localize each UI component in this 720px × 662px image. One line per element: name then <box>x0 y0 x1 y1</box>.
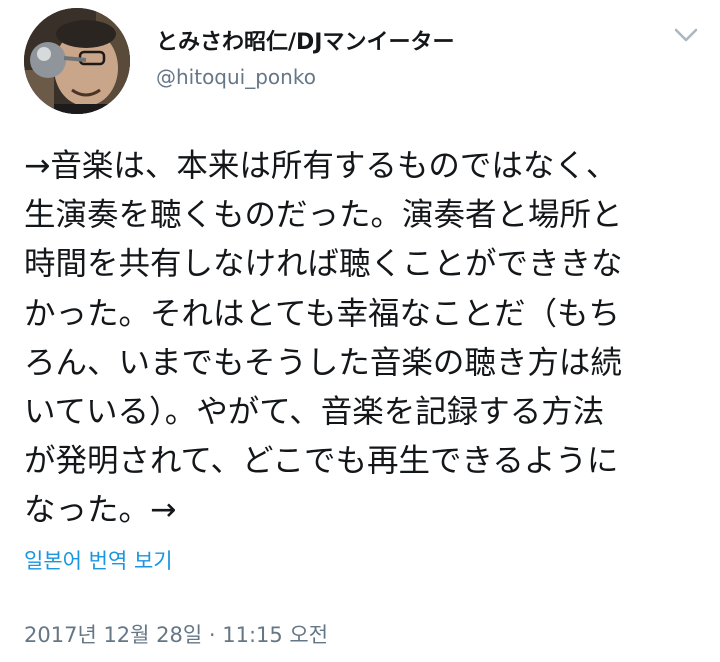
tweet-text-line: いている）。やがて、音楽を記録する方法 <box>24 394 605 431</box>
translate-link[interactable]: 일본어 번역 보기 <box>24 546 173 576</box>
tweet-text-line: 時間を共有しなければ聴くことができきな <box>24 246 623 283</box>
tweet-text-line: →音楽は、本来は所有するものではなく、 <box>24 148 618 184</box>
profile-photo <box>24 8 130 114</box>
chevron-down-icon[interactable] <box>672 24 700 46</box>
tweet-text-line: が発明されて、どこでも再生できるように <box>24 443 619 480</box>
tweet: とみさわ昭仁/DJマンイーター @hitoqui_ponko →音楽は、本来は所… <box>0 0 720 662</box>
tweet-text-line: なった。→ <box>24 492 177 529</box>
display-name[interactable]: とみさわ昭仁/DJマンイーター <box>156 28 454 58</box>
timestamp[interactable]: 2017년 12월 28일 · 11:15 오전 <box>24 620 328 650</box>
tweet-text-line: 生演奏を聴くものだった。演奏者と場所と <box>24 197 623 234</box>
avatar[interactable] <box>24 8 130 114</box>
tweet-text-line: ろん、いまでもそうした音楽の聴き方は続 <box>24 344 622 381</box>
tweet-text: →音楽は、本来は所有するものではなく、 生演奏を聴くものだった。演奏者と場所と … <box>24 142 704 536</box>
tweet-text-line: かった。それはとても幸福なことだ（もち <box>24 295 620 332</box>
user-names[interactable]: とみさわ昭仁/DJマンイーター @hitoqui_ponko <box>156 28 454 92</box>
user-handle[interactable]: @hitoqui_ponko <box>156 62 454 92</box>
